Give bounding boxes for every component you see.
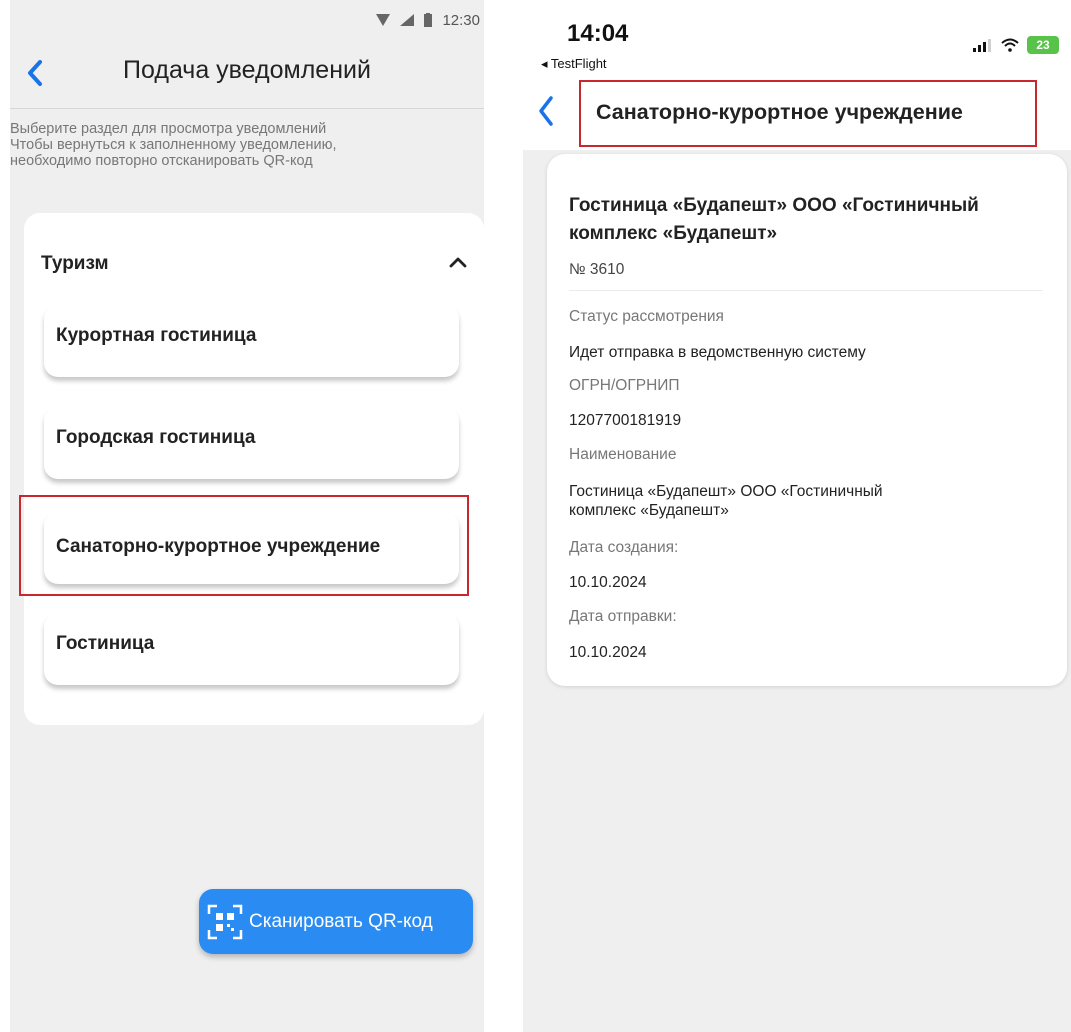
sent-date-label: Дата отправки: bbox=[569, 608, 677, 625]
chevron-up-icon[interactable] bbox=[448, 255, 468, 269]
android-screen: 12:30 Подача уведомлений Выберите раздел… bbox=[10, 0, 484, 1032]
highlight-box bbox=[19, 495, 469, 596]
created-date-label: Дата создания: bbox=[569, 539, 679, 556]
category-item-gostinitsa[interactable]: Гостиница bbox=[44, 613, 459, 685]
app-header: Подача уведомлений bbox=[10, 40, 484, 109]
battery-level: 23 bbox=[1036, 38, 1050, 52]
category-item-label: Гостиница bbox=[56, 633, 155, 654]
chevron-left-icon[interactable] bbox=[537, 94, 555, 128]
sent-date-value: 10.10.2024 bbox=[569, 644, 647, 661]
category-item-label: Курортная гостиница bbox=[56, 325, 257, 346]
created-date-value: 10.10.2024 bbox=[569, 574, 647, 591]
signal-icon bbox=[973, 39, 991, 52]
qr-code-icon bbox=[207, 904, 243, 939]
category-item-kurortnaya[interactable]: Курортная гостиница bbox=[44, 305, 459, 377]
notification-number: № 3610 bbox=[569, 261, 625, 278]
hint-text: Выберите раздел для просмотра уведомлени… bbox=[10, 121, 470, 169]
category-item-gorodskaya[interactable]: Городская гостиница bbox=[44, 407, 459, 479]
ios-status-icons: 23 bbox=[973, 36, 1059, 54]
status-value: Идет отправка в ведомственную систему bbox=[569, 344, 866, 361]
ogrn-value: 1207700181919 bbox=[569, 412, 682, 429]
battery-icon bbox=[424, 13, 433, 27]
notification-detail-card: Гостиница «Будапешт» ООО «Гостиничный ко… bbox=[547, 154, 1067, 686]
back-to-testflight-link[interactable]: ◂ TestFlight bbox=[541, 56, 607, 72]
wifi-icon bbox=[376, 14, 391, 26]
wifi-icon bbox=[1001, 38, 1019, 52]
scan-qr-label: Сканировать QR-код bbox=[249, 910, 433, 932]
name-value-line: Гостиница «Будапешт» ООО «Гостиничный bbox=[569, 483, 883, 500]
name-value-line: комплекс «Будапешт» bbox=[569, 502, 729, 519]
status-time: 12:30 bbox=[442, 11, 480, 29]
hint-line: Выберите раздел для просмотра уведомлени… bbox=[10, 121, 327, 137]
ios-screen: 14:04 ◂ TestFlight 23 Санаторно-курортно… bbox=[523, 0, 1071, 1032]
organization-name: Гостиница «Будапешт» ООО «Гостиничный ко… bbox=[569, 195, 979, 244]
android-status-bar: 12:30 bbox=[376, 8, 480, 32]
name-value: Гостиница «Будапешт» ООО «Гостиничный ко… bbox=[569, 482, 883, 520]
hint-line: необходимо повторно отсканировать QR-код bbox=[10, 153, 313, 169]
category-group-card: Туризм Курортная гостиница Городская гос… bbox=[24, 213, 484, 725]
highlight-box bbox=[579, 80, 1037, 147]
battery-icon: 23 bbox=[1027, 36, 1059, 54]
divider bbox=[569, 290, 1043, 291]
status-time: 14:04 bbox=[567, 20, 629, 47]
page-title: Подача уведомлений bbox=[123, 56, 371, 84]
scan-qr-button[interactable]: Сканировать QR-код bbox=[199, 889, 473, 954]
signal-icon bbox=[400, 14, 415, 26]
hint-line: Чтобы вернуться к заполненному уведомлен… bbox=[10, 137, 337, 153]
name-label: Наименование bbox=[569, 446, 677, 463]
category-item-label: Городская гостиница bbox=[56, 427, 256, 448]
status-label: Статус рассмотрения bbox=[569, 308, 724, 325]
group-title: Туризм bbox=[41, 253, 109, 274]
ogrn-label: ОГРН/ОГРНИП bbox=[569, 377, 680, 394]
